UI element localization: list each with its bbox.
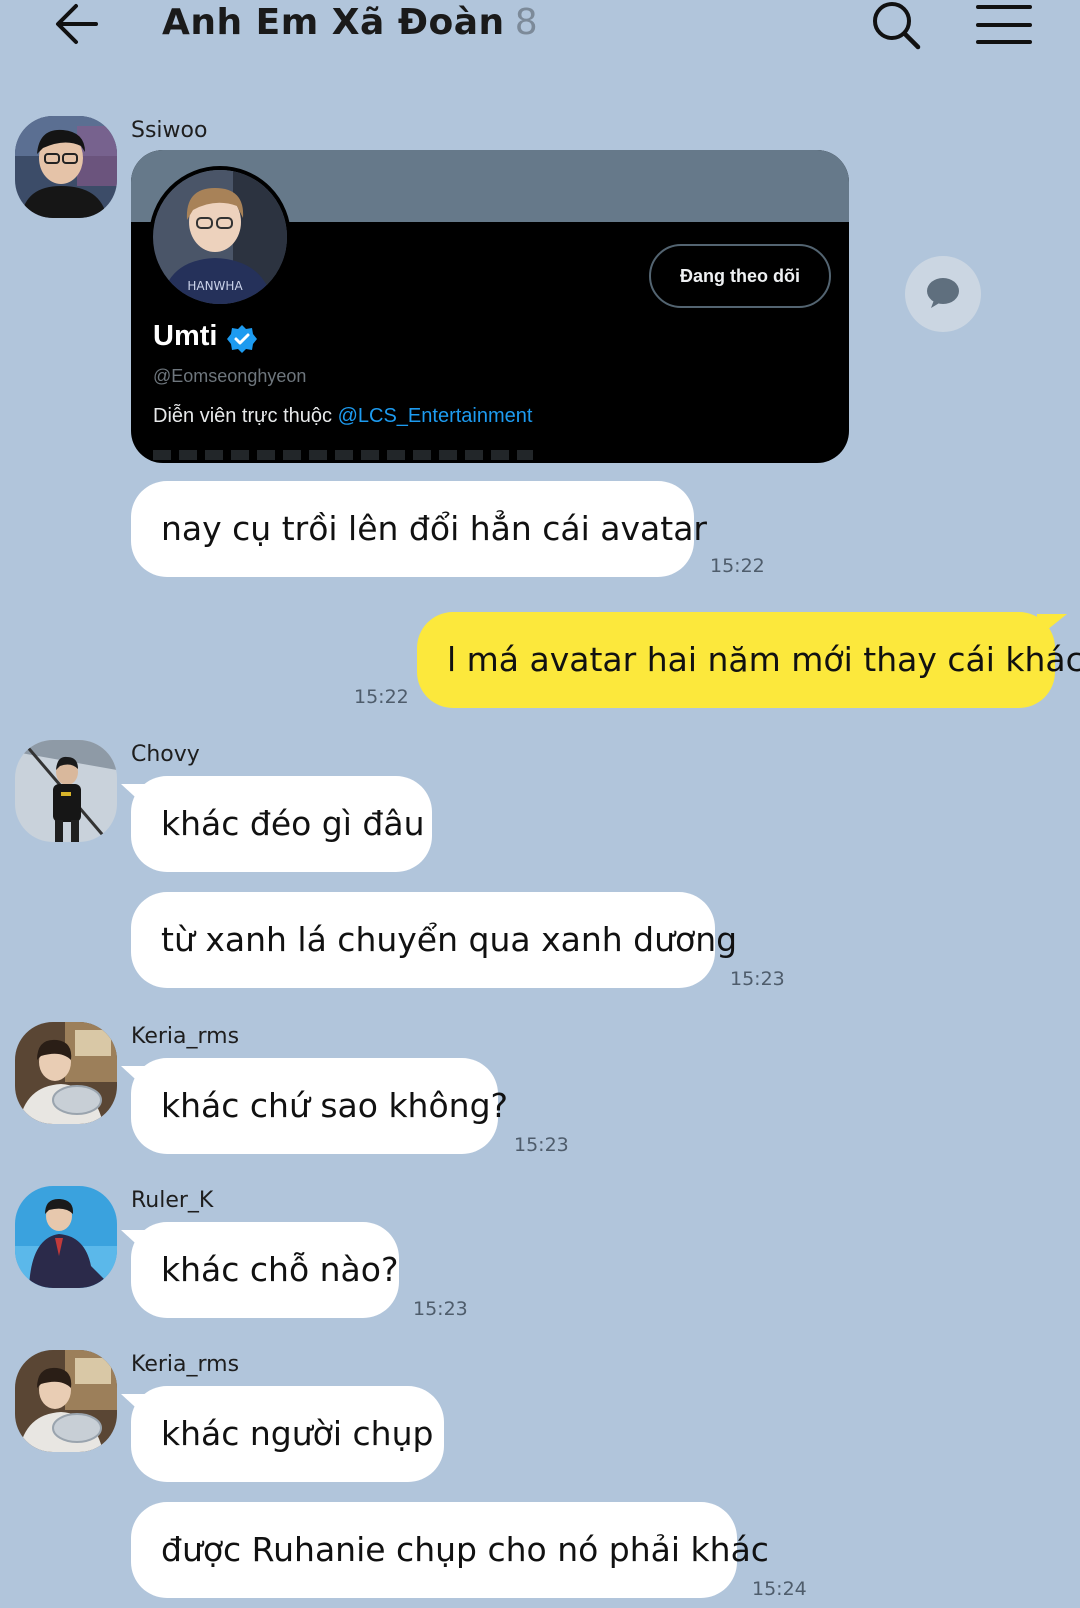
search-icon xyxy=(873,2,921,50)
message-bubble[interactable]: nay cụ trồi lên đổi hẳn cái avatar xyxy=(131,481,707,577)
profile-photo xyxy=(15,116,117,218)
message-time: 15:22 xyxy=(354,686,409,708)
menu-button[interactable] xyxy=(976,0,1034,50)
bio-text: Diễn viên trực thuộc xyxy=(153,405,338,427)
truncated-text xyxy=(153,450,533,460)
comment-button[interactable] xyxy=(905,256,981,332)
member-count: 8 xyxy=(514,2,539,43)
message-bubble[interactable]: được Ruhanie chụp cho nó phải khác xyxy=(131,1502,769,1598)
sender-name: Ruler_K xyxy=(131,1188,214,1213)
search-button[interactable] xyxy=(868,0,926,52)
message-time: 15:22 xyxy=(710,555,765,577)
verified-badge-icon xyxy=(227,325,257,353)
avatar-ssiwoo[interactable] xyxy=(15,116,117,218)
avatar-keria-rms[interactable] xyxy=(15,1022,117,1124)
twitter-profile-card[interactable]: HANWHA Đang theo dõi Umti @Eomseonghyeon… xyxy=(131,150,849,463)
sender-name: Keria_rms xyxy=(131,1352,240,1377)
sender-name: Keria_rms xyxy=(131,1024,240,1049)
message-bubble[interactable]: từ xanh lá chuyển qua xanh dương xyxy=(131,892,737,988)
profile-bio: Diễn viên trực thuộc @LCS_Entertainment xyxy=(153,405,532,428)
profile-photo: HANWHA xyxy=(149,166,291,308)
chat-header: Anh Em Xã Đoàn 8 xyxy=(0,0,1080,62)
profile-photo xyxy=(15,1022,117,1124)
sender-name: Chovy xyxy=(131,742,200,767)
message-time: 15:24 xyxy=(752,1578,807,1600)
my-message-bubble[interactable]: l má avatar hai năm mới thay cái khác xyxy=(417,612,1080,708)
chat-title: Anh Em Xã Đoàn 8 xyxy=(162,2,538,46)
bio-mention-link[interactable]: @LCS_Entertainment xyxy=(338,405,533,427)
hamburger-menu-icon xyxy=(976,5,1032,44)
svg-text:HANWHA: HANWHA xyxy=(187,279,243,293)
message-bubble[interactable]: khác đéo gì đâu xyxy=(131,776,432,872)
sender-name: Ssiwoo xyxy=(131,118,208,143)
message-time: 15:23 xyxy=(514,1134,569,1156)
message-time: 15:23 xyxy=(413,1298,468,1320)
message-time: 15:23 xyxy=(730,968,785,990)
following-button[interactable]: Đang theo dõi xyxy=(649,244,831,308)
back-button[interactable] xyxy=(50,0,110,50)
profile-name: Umti xyxy=(153,320,218,352)
profile-photo xyxy=(15,1186,117,1288)
speech-bubble-icon xyxy=(927,278,959,308)
message-bubble[interactable]: khác chứ sao không? xyxy=(131,1058,508,1154)
avatar-ruler-k[interactable] xyxy=(15,1186,117,1288)
avatar-chovy[interactable] xyxy=(15,740,117,842)
message-bubble[interactable]: khác chỗ nào? xyxy=(131,1222,399,1318)
arrow-left-icon xyxy=(56,4,98,44)
chat-title-text: Anh Em Xã Đoàn xyxy=(162,2,505,43)
message-bubble[interactable]: khác người chụp xyxy=(131,1386,444,1482)
profile-photo-image: HANWHA xyxy=(153,170,287,304)
chat-screen: Anh Em Xã Đoàn 8 Ssiwoo HANWHA Đang theo… xyxy=(0,0,1080,1608)
profile-photo xyxy=(15,740,117,842)
avatar-keria-rms[interactable] xyxy=(15,1350,117,1452)
profile-photo xyxy=(15,1350,117,1452)
profile-handle: @Eomseonghyeon xyxy=(153,366,307,386)
